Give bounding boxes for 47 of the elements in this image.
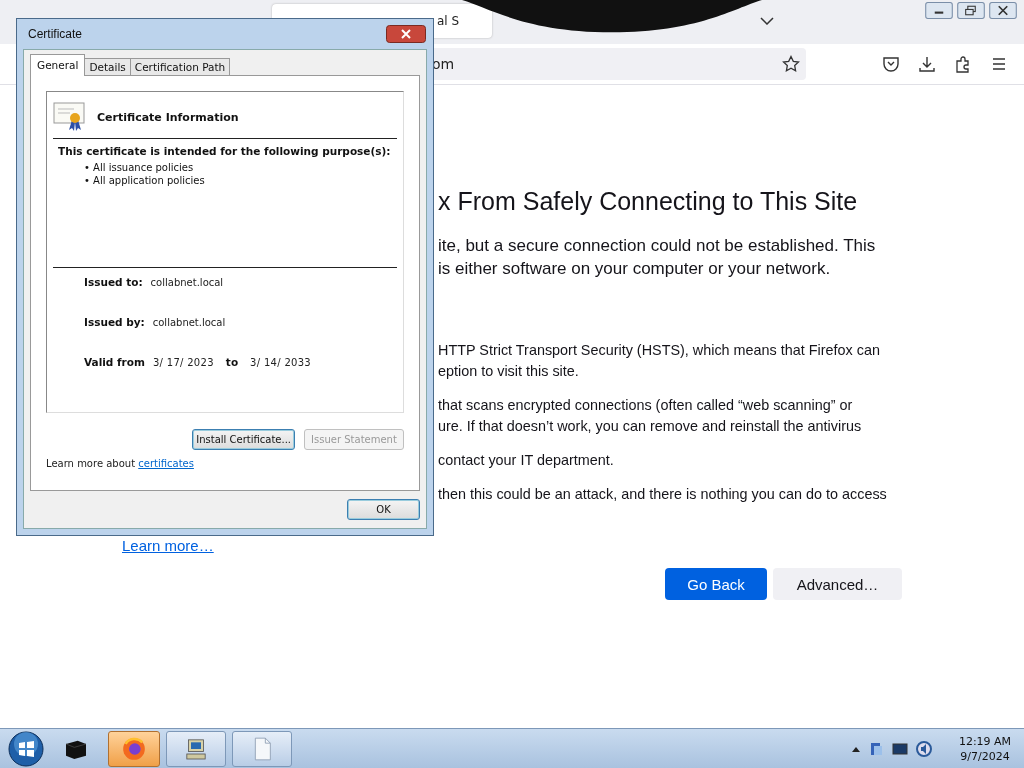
clock-date: 9/7/2024 xyxy=(959,748,1011,764)
section-title: Certificate Information xyxy=(97,110,239,124)
ok-button[interactable]: OK xyxy=(347,499,420,520)
field-value: collabnet.local xyxy=(150,277,224,288)
field-label: to xyxy=(225,356,239,368)
date-value: 3/ 17/ 2023 xyxy=(152,357,214,368)
field-label: Issued by: xyxy=(84,316,145,328)
install-certificate-button[interactable]: Install Certificate... xyxy=(192,429,295,450)
pocket-icon[interactable] xyxy=(882,55,900,73)
close-icon[interactable] xyxy=(988,2,1018,19)
paragraph-text: then this could be an attack, and there is nothing you can do to access xyxy=(438,485,888,504)
menu-icon[interactable] xyxy=(990,55,1008,73)
close-icon[interactable] xyxy=(386,25,426,43)
go-back-button[interactable]: Go Back xyxy=(665,568,767,600)
paragraph-text: HTTP Strict Transport Security (HSTS), which means that Firefox can eption to visit this site. xyxy=(438,341,881,381)
restore-icon[interactable] xyxy=(956,2,986,19)
monitor-icon[interactable] xyxy=(892,740,908,757)
star-icon[interactable] xyxy=(782,55,800,73)
purpose-item: • All issuance policies xyxy=(84,161,195,174)
dialog-tab[interactable]: Certification Path xyxy=(129,58,231,76)
clock-time: 12:19 AM xyxy=(957,733,1013,749)
paragraph-text: ite, but a secure connection could not be established. This is either software on your computer or your network. xyxy=(438,235,877,280)
speaker-icon[interactable] xyxy=(916,740,932,757)
window-title: Certificate xyxy=(28,27,83,41)
purpose-item: • All application policies xyxy=(84,174,206,187)
start-orb-icon[interactable] xyxy=(8,730,44,767)
certificates-link[interactable]: certificates xyxy=(138,458,194,469)
learn-more-link[interactable]: Learn more… xyxy=(122,537,214,554)
field-label: Issued to: xyxy=(84,276,143,288)
chevron-up-icon[interactable] xyxy=(852,745,860,752)
certificate-icon xyxy=(53,102,87,132)
chevron-down-icon[interactable] xyxy=(760,17,774,25)
field-label: Valid from xyxy=(84,356,145,368)
paragraph-text: contact your IT department. xyxy=(438,451,615,470)
puzzle-icon[interactable] xyxy=(954,55,972,73)
learn-more-text: Learn more about certificates xyxy=(46,458,195,469)
purpose-heading: This certificate is intended for the following purpose(s): xyxy=(58,145,392,157)
download-icon[interactable] xyxy=(918,55,936,73)
dialog-tab[interactable]: Details xyxy=(84,58,131,76)
paragraph-text: that scans encrypted connections (often called “web scanning” or ure. If that doesn’t work, you can remove and reinstall the antivirus xyxy=(438,396,863,436)
minimize-icon[interactable] xyxy=(924,2,954,19)
advanced-button[interactable]: Advanced… xyxy=(773,568,902,600)
page-heading: x From Safely Connecting to This Site xyxy=(438,186,859,217)
field-value: collabnet.local xyxy=(152,317,226,328)
date-value: 3/ 14/ 2033 xyxy=(250,357,312,368)
dialog-tab[interactable]: General xyxy=(30,54,86,76)
network-icon[interactable] xyxy=(868,740,884,757)
